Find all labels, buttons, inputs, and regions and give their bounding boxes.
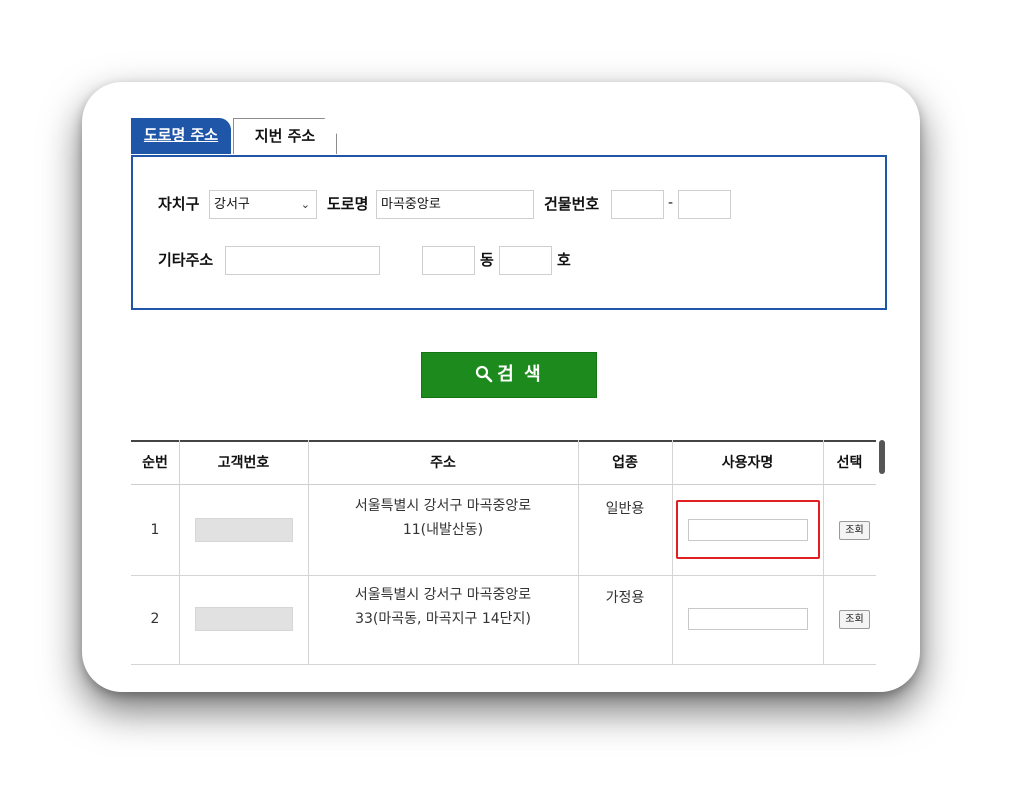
address-line2: 11(내발산동) <box>402 522 484 538</box>
ho-input[interactable] <box>499 246 552 275</box>
lookup-button[interactable]: 조회 <box>839 610 870 629</box>
row-divider <box>131 575 876 576</box>
etc-address-input[interactable] <box>225 246 380 275</box>
col-header-no: 순번 <box>131 440 179 485</box>
search-button-label: 검 색 <box>497 364 543 385</box>
address-line2: 33(마곡동, 마곡지구 14단지) <box>355 611 531 627</box>
table-scrollbar[interactable] <box>879 440 885 474</box>
tab-lot-address[interactable]: 지번 주소 <box>233 118 337 154</box>
ho-label: 호 <box>557 251 571 269</box>
address-line1: 서울특별시 강서구 마곡중앙로 <box>354 498 532 514</box>
search-icon <box>476 365 493 383</box>
address-line1: 서울특별시 강서구 마곡중앙로 <box>354 587 532 603</box>
lookup-button[interactable]: 조회 <box>839 521 870 540</box>
col-header-business-type: 업종 <box>578 440 672 485</box>
column-divider <box>672 440 673 665</box>
masked-customer-number <box>195 518 293 542</box>
col-header-select: 선택 <box>823 440 876 485</box>
district-selected-value: 강서구 <box>214 197 250 212</box>
building-dash: - <box>668 195 674 211</box>
masked-customer-number <box>195 607 293 631</box>
district-select[interactable]: 강서구 ⌄ <box>209 190 317 219</box>
dong-input[interactable] <box>422 246 475 275</box>
highlight-box <box>676 500 820 559</box>
col-header-address: 주소 <box>308 440 578 485</box>
column-divider <box>308 440 309 665</box>
column-divider <box>578 440 579 665</box>
column-divider <box>179 440 180 665</box>
col-header-user-name: 사용자명 <box>672 440 823 485</box>
road-input[interactable]: 마곡중앙로 <box>376 190 534 219</box>
chevron-down-icon: ⌄ <box>300 198 310 211</box>
building-sub-input[interactable] <box>678 190 731 219</box>
business-type: 일반용 <box>605 501 645 517</box>
row-number: 2 <box>150 611 160 627</box>
building-number-label: 건물번호 <box>544 195 600 213</box>
user-name-input[interactable] <box>688 608 808 630</box>
road-label: 도로명 <box>327 195 369 213</box>
dong-label: 동 <box>480 251 494 269</box>
search-button[interactable]: 검 색 <box>421 352 597 398</box>
row-number: 1 <box>150 522 160 538</box>
address-form <box>131 155 887 310</box>
business-type: 가정용 <box>605 590 645 606</box>
tab-road-address[interactable]: 도로명 주소 <box>131 118 231 154</box>
column-divider <box>823 440 824 665</box>
building-main-input[interactable] <box>611 190 664 219</box>
row-divider <box>131 664 876 665</box>
col-header-customer-no: 고객번호 <box>179 440 308 485</box>
district-label: 자치구 <box>158 195 200 213</box>
etc-address-label: 기타주소 <box>158 251 214 269</box>
